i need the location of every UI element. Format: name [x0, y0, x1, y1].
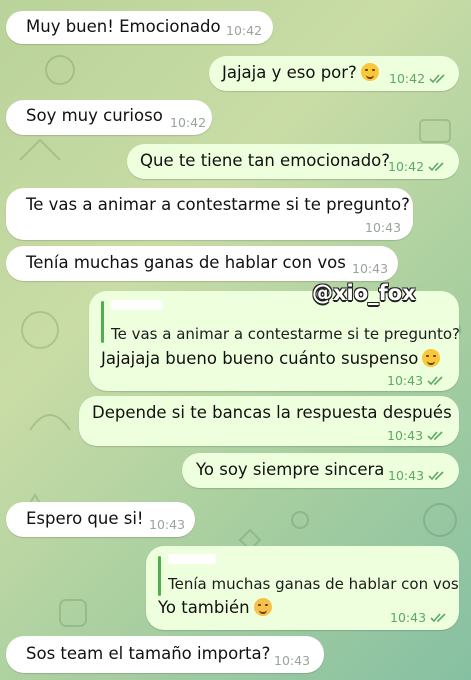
reply-quote-bar: [101, 301, 104, 343]
laughing-tears-face-icon: [422, 349, 441, 367]
reply-author-redacted: [168, 554, 216, 564]
message-bubble-incoming[interactable]: Tenía muchas ganas de hablar con vos 10:…: [6, 246, 398, 281]
message-status: 10:43: [387, 371, 445, 391]
message-text: Jajajaja bueno bueno cuánto suspenso: [101, 349, 441, 369]
message-time: 10:43: [388, 468, 425, 483]
message-text: Depende si te bancas la respuesta despué…: [92, 403, 452, 422]
message-bubble-outgoing-reply[interactable]: Te vas a animar a contestarme si te preg…: [89, 291, 460, 391]
message-time: 10:42: [389, 71, 426, 86]
message-text: Tenía muchas ganas de hablar con vos: [26, 253, 346, 272]
reply-quote-text: Te vas a animar a contestarme si te preg…: [111, 325, 460, 343]
message-text: Yo soy siempre sincera: [196, 460, 385, 479]
message-status: 10:43: [390, 608, 448, 628]
message-time: 10:42: [170, 115, 207, 130]
message-text: Yo también: [158, 598, 272, 618]
message-bubble-outgoing[interactable]: Jajaja y eso por? 10:42: [209, 56, 459, 91]
message-time: 10:43: [365, 220, 402, 235]
double-check-icon: [427, 376, 445, 386]
message-bubble-incoming[interactable]: Espero que si! 10:43: [6, 502, 195, 537]
message-bubble-incoming[interactable]: Sos team el tamaño importa? 10:43: [6, 636, 324, 673]
message-text: Soy muy curioso: [26, 106, 163, 125]
message-bubble-incoming[interactable]: Muy buen! Emocionado 10:42: [6, 11, 273, 44]
watermark: @xio_fox: [312, 281, 416, 305]
message-bubble-outgoing[interactable]: Yo soy siempre sincera 10:43: [182, 453, 459, 488]
double-check-icon: [429, 74, 447, 84]
message-bubble-incoming[interactable]: Soy muy curioso 10:42: [6, 100, 212, 135]
message-text: Te vas a animar a contestarme si te preg…: [26, 195, 410, 214]
message-bubble-incoming[interactable]: Te vas a animar a contestarme si te preg…: [6, 188, 413, 240]
message-time: 10:43: [352, 261, 389, 276]
message-time: 10:43: [390, 610, 427, 625]
reply-quote-bar: [158, 556, 161, 596]
wink-face-icon: [360, 63, 379, 81]
message-status: 10:43: [387, 426, 445, 446]
message-time: 10:42: [226, 23, 263, 38]
message-status: 10:42: [389, 69, 447, 89]
message-status: 10:43: [388, 466, 446, 486]
reply-quote-text: Tenía muchas ganas de hablar con vos: [168, 575, 459, 593]
double-check-icon: [427, 431, 445, 441]
message-text: Jajaja y eso por?: [222, 63, 379, 83]
message-status: 10:42: [388, 157, 446, 177]
message-text: Que te tiene tan emocionado?: [140, 151, 391, 170]
message-text: Muy buen! Emocionado: [26, 17, 221, 36]
message-time: 10:43: [149, 517, 186, 532]
reply-author-redacted: [111, 300, 163, 310]
message-bubble-outgoing-reply[interactable]: Tenía muchas ganas de hablar con vos Yo …: [146, 546, 459, 630]
message-text: Espero que si!: [26, 509, 144, 528]
double-check-icon: [430, 613, 448, 623]
message-bubble-outgoing[interactable]: Depende si te bancas la respuesta despué…: [79, 396, 459, 446]
smiling-blush-face-icon: [253, 598, 272, 616]
message-time: 10:42: [388, 159, 425, 174]
message-time: 10:43: [274, 653, 311, 668]
message-bubble-outgoing[interactable]: Que te tiene tan emocionado? 10:42: [127, 144, 459, 179]
double-check-icon: [428, 162, 446, 172]
message-time: 10:43: [387, 373, 424, 388]
message-time: 10:43: [387, 428, 424, 443]
message-text: Sos team el tamaño importa?: [26, 644, 271, 663]
double-check-icon: [428, 471, 446, 481]
